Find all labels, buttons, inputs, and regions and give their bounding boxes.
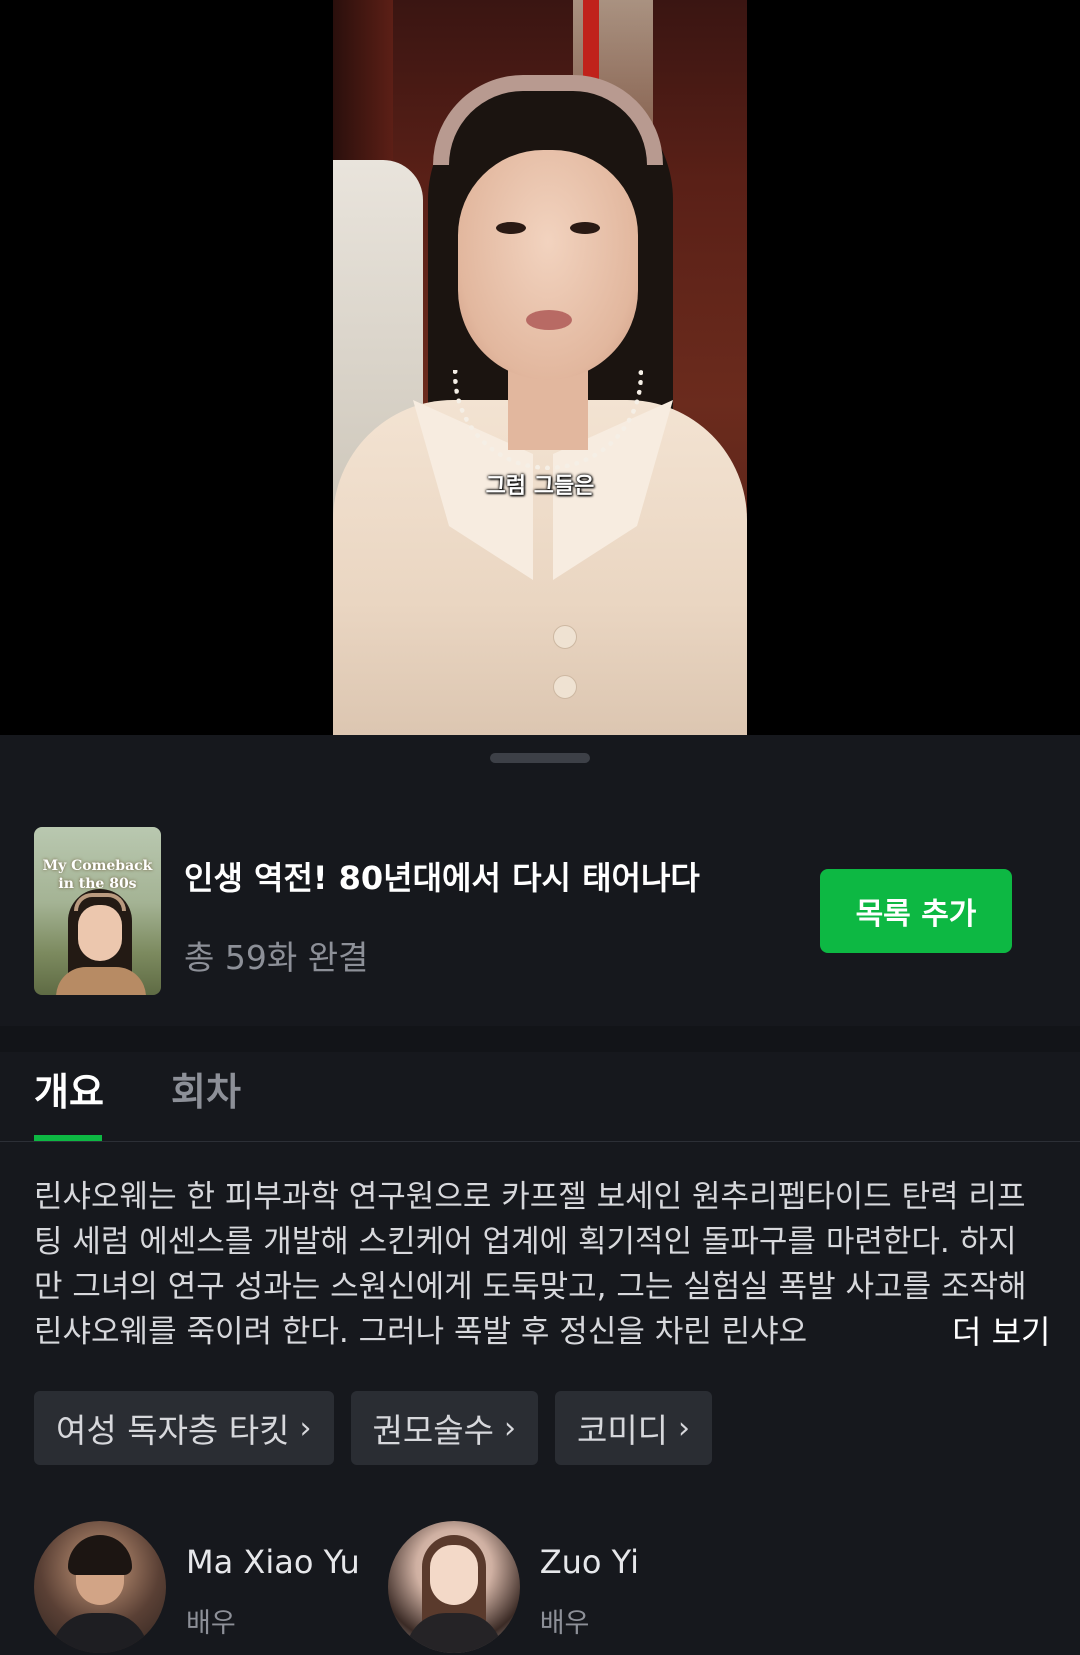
cast-name: Zuo Yi xyxy=(539,1543,639,1581)
avatar xyxy=(34,1521,166,1653)
chevron-right-icon: › xyxy=(678,1410,691,1446)
cast-role: 배우 xyxy=(539,1608,590,1639)
video-frame xyxy=(333,0,747,735)
avatar xyxy=(387,1521,520,1653)
detail-sheet: My Comeback in the 80s 인생 역전! 80년대에서 다시 … xyxy=(0,735,1080,1655)
video-subtitle: 그럼 그들은 xyxy=(485,474,595,499)
cast-name: Ma Xiao Yu xyxy=(186,1543,360,1581)
tag-comedy[interactable]: 코미디 › xyxy=(554,1391,713,1465)
sheet-drag-handle[interactable] xyxy=(490,753,590,763)
tab-divider xyxy=(0,1141,1080,1142)
cast-member-ma-xiao-yu[interactable]: Ma Xiao Yu 배우 xyxy=(34,1521,360,1653)
section-divider xyxy=(0,1026,1080,1052)
add-to-list-button[interactable]: 목록 추가 xyxy=(820,869,1012,953)
poster-title: My Comeback in the 80s xyxy=(42,858,153,892)
tag-label: 권모술수 xyxy=(372,1411,494,1450)
synopsis-text: 린샤오웨는 한 피부과학 연구원으로 카프젤 보세인 원추리펩타이드 탄력 리프… xyxy=(34,1179,1027,1350)
tag-female-audience[interactable]: 여성 독자층 타킷 › xyxy=(34,1391,334,1465)
video-player[interactable]: 그럼 그들은 xyxy=(0,0,1080,735)
cast-list: Ma Xiao Yu 배우 Zuo Yi 배우 xyxy=(34,1521,639,1653)
cast-role: 배우 xyxy=(186,1608,236,1639)
show-poster[interactable]: My Comeback in the 80s xyxy=(34,827,161,995)
chevron-right-icon: › xyxy=(299,1410,312,1446)
cast-member-zuo-yi[interactable]: Zuo Yi 배우 xyxy=(387,1521,639,1653)
show-title: 인생 역전! 80년대에서 다시 태어나다 xyxy=(184,859,700,897)
tag-label: 코미디 xyxy=(576,1411,669,1450)
tab-episodes[interactable]: 회차 xyxy=(171,1061,241,1116)
episode-count: 총 59화 완결 xyxy=(184,938,369,977)
genre-tags: 여성 독자층 타킷 › 권모술수 › 코미디 › xyxy=(34,1391,713,1465)
actress-face xyxy=(458,150,638,380)
tag-label: 여성 독자층 타킷 xyxy=(56,1411,290,1450)
tab-overview[interactable]: 개요 xyxy=(34,1061,104,1116)
tag-intrigue[interactable]: 권모술수 › xyxy=(350,1391,538,1465)
chevron-right-icon: › xyxy=(503,1410,516,1446)
see-more-button[interactable]: 더 보기 xyxy=(920,1310,1080,1355)
